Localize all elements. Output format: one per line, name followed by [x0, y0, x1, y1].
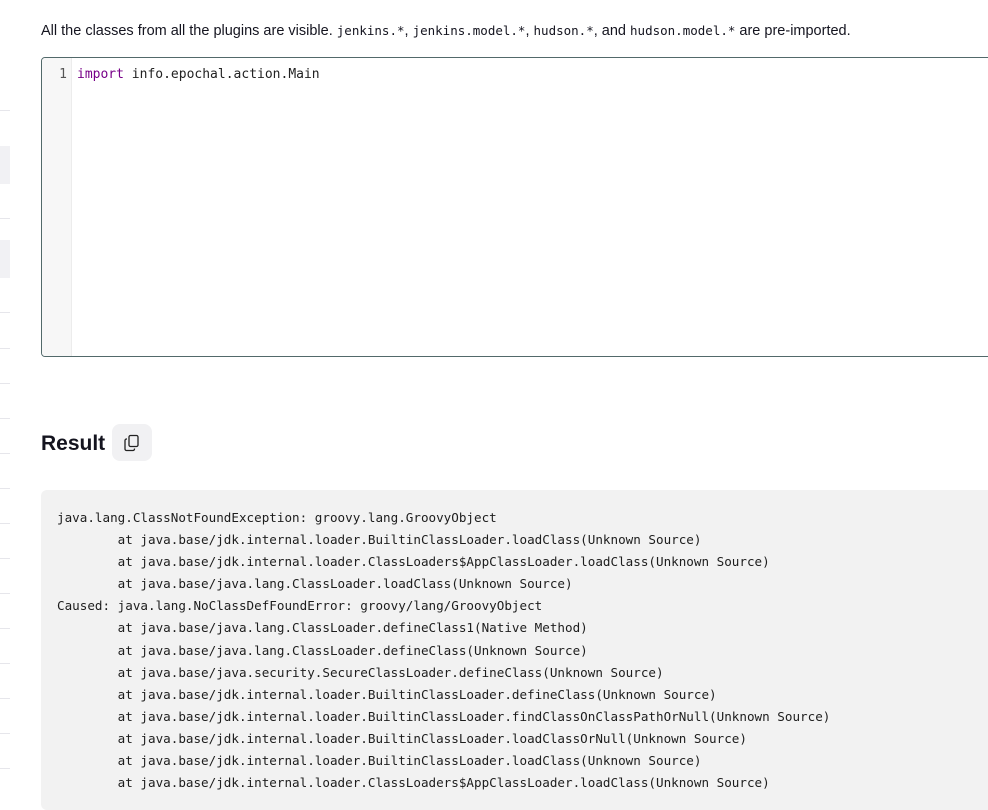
output-line: at java.base/jdk.internal.loader.Builtin… [57, 708, 831, 724]
output-line: at java.base/jdk.internal.loader.ClassLo… [57, 775, 770, 791]
output-line: Caused: java.lang.NoClassDefFoundError: … [57, 598, 543, 614]
sidebar-divider [0, 488, 10, 489]
sidebar-divider [0, 768, 10, 769]
editor-gutter: 1 [42, 58, 72, 356]
code-text: info.epochal.action.Main [123, 67, 320, 82]
sidebar-divider [0, 312, 10, 313]
output-line: at java.base/java.security.SecureClassLo… [57, 664, 664, 680]
output-line: at java.base/java.lang.ClassLoader.defin… [57, 620, 588, 636]
line-number: 1 [59, 67, 67, 82]
result-heading: Result [41, 432, 106, 455]
output-line: at java.base/jdk.internal.loader.Builtin… [57, 730, 747, 746]
sidebar-divider [0, 418, 10, 419]
sidebar-divider [0, 733, 10, 734]
sidebar-divider [0, 628, 10, 629]
description-code-hudson: hudson.* [533, 23, 594, 38]
output-line: java.lang.ClassNotFoundException: groovy… [57, 510, 497, 525]
script-editor[interactable]: 1 import info.epochal.action.Main [41, 57, 988, 357]
sidebar-divider [0, 663, 10, 664]
sidebar-divider [0, 218, 10, 219]
sidebar-item[interactable] [0, 146, 10, 184]
sidebar-divider [0, 523, 10, 524]
sidebar-divider [0, 698, 10, 699]
description-separator: , [525, 23, 534, 39]
output-line: at java.base/jdk.internal.loader.Builtin… [57, 753, 702, 769]
sidebar-divider [0, 110, 10, 111]
description-separator: , [404, 23, 413, 39]
copy-icon [124, 434, 139, 451]
description-code-jenkins: jenkins.* [336, 23, 405, 38]
output-line: at java.base/java.lang.ClassLoader.loadC… [57, 576, 573, 592]
description-suffix: are pre-imported. [735, 23, 851, 39]
output-line: at java.base/jdk.internal.loader.Builtin… [57, 532, 702, 548]
code-line[interactable]: import info.epochal.action.Main [77, 67, 320, 82]
output-line: at java.base/java.lang.ClassLoader.defin… [57, 642, 588, 658]
sidebar-divider [0, 558, 10, 559]
description-separator: , and [593, 23, 631, 39]
sidebar-divider [0, 593, 10, 594]
code-keyword: import [77, 67, 124, 82]
script-console-description: All the classes from all the plugins are… [41, 22, 981, 40]
sidebar-divider [0, 348, 10, 349]
output-line: at java.base/jdk.internal.loader.Builtin… [57, 686, 717, 702]
output-line: at java.base/jdk.internal.loader.ClassLo… [57, 554, 770, 570]
sidebar-edge [0, 0, 10, 788]
result-output: java.lang.ClassNotFoundException: groovy… [41, 490, 988, 810]
sidebar-divider [0, 383, 10, 384]
copy-result-button[interactable] [112, 424, 152, 461]
description-code-jenkins-model: jenkins.model.* [412, 23, 526, 38]
sidebar-item[interactable] [0, 240, 10, 278]
description-code-hudson-model: hudson.model.* [630, 23, 736, 38]
description-prefix: All the classes from all the plugins are… [41, 23, 337, 39]
sidebar-divider [0, 453, 10, 454]
